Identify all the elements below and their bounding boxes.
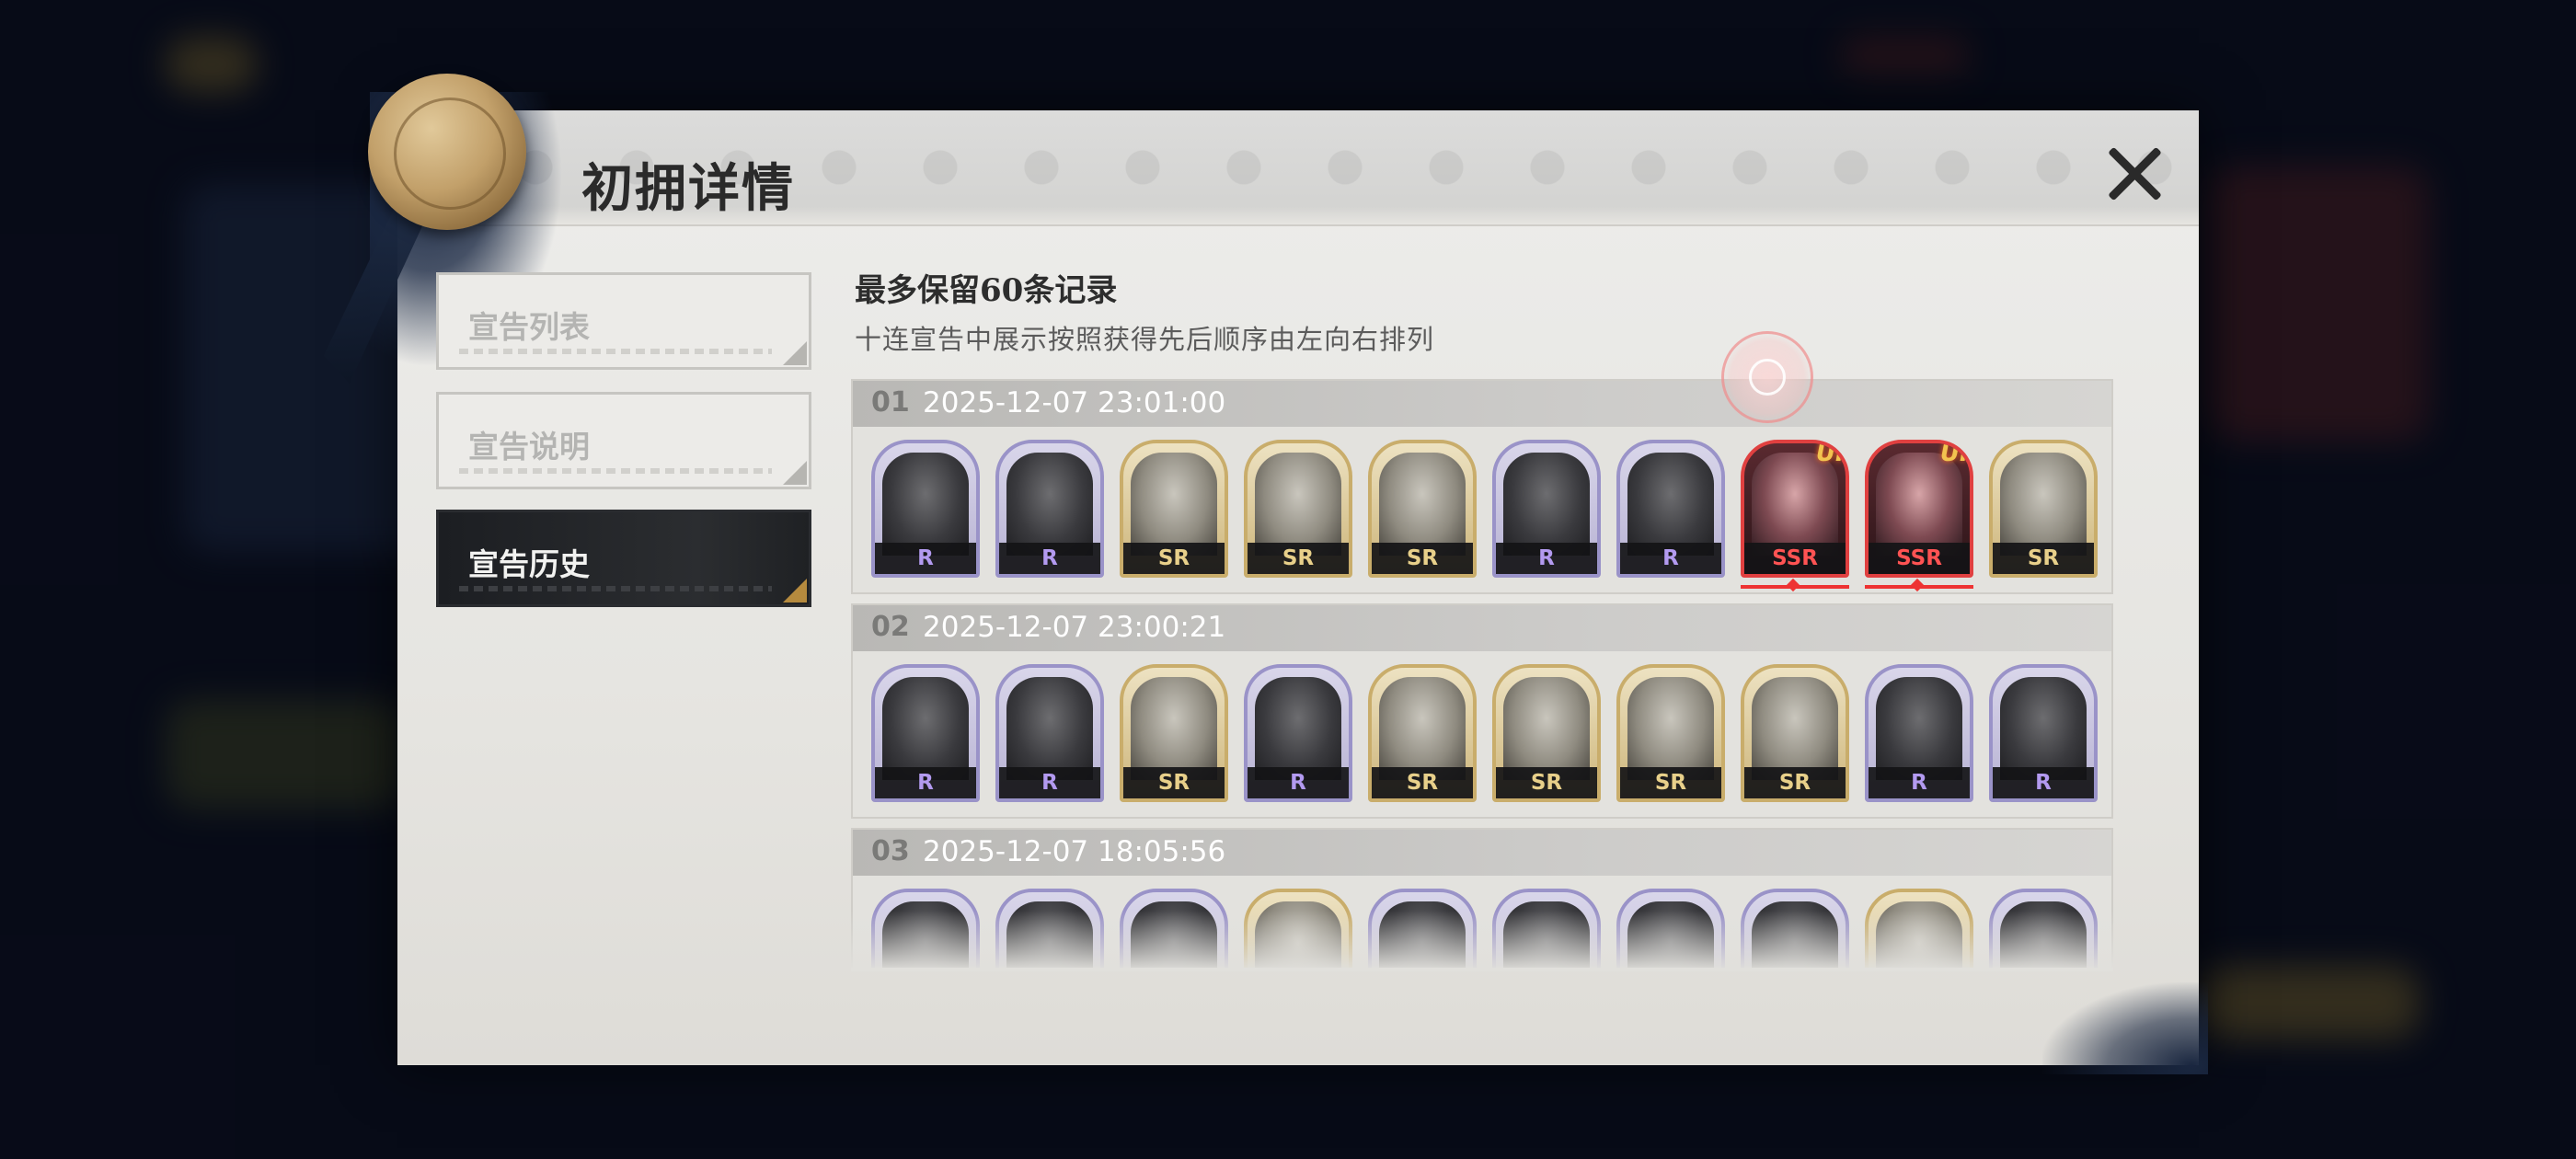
record-timestamp: 2025-12-07 18:05:56 bbox=[923, 835, 1226, 868]
character-card[interactable]: SR bbox=[1120, 664, 1228, 802]
record-header: 03 2025-12-07 18:05:56 bbox=[853, 830, 2111, 876]
ssr-highlight-bar bbox=[1865, 578, 1973, 592]
rarity-label: R bbox=[1869, 767, 1970, 798]
rarity-label: SR bbox=[1123, 543, 1225, 574]
character-card[interactable]: R bbox=[871, 440, 980, 578]
cursor-reticle-icon bbox=[1721, 331, 1813, 423]
history-records-list[interactable]: 01 2025-12-07 23:01:00 R R SR SR SR R R SSR UP SSR U… bbox=[851, 379, 2113, 968]
character-portrait bbox=[2000, 453, 2087, 556]
rarity-label: SR bbox=[1993, 543, 2094, 574]
rarity-label: R bbox=[875, 543, 976, 574]
rarity-label: R bbox=[1248, 767, 1349, 798]
history-record: 01 2025-12-07 23:01:00 R R SR SR SR R R SSR UP SSR U… bbox=[851, 379, 2113, 594]
rarity-label: SR bbox=[1123, 767, 1225, 798]
character-portrait bbox=[1627, 677, 1714, 780]
character-portrait bbox=[1379, 453, 1466, 556]
character-portrait bbox=[1752, 453, 1838, 556]
character-portrait bbox=[1627, 453, 1714, 556]
record-timestamp: 2025-12-07 23:01:00 bbox=[923, 386, 1226, 419]
record-header: 01 2025-12-07 23:01:00 bbox=[853, 381, 2111, 427]
record-timestamp: 2025-12-07 23:00:21 bbox=[923, 611, 1226, 644]
tab-label: 宣告说明 bbox=[468, 429, 590, 465]
character-card[interactable]: SR bbox=[1989, 440, 2098, 578]
character-card[interactable]: SSR UP bbox=[1741, 440, 1849, 578]
character-card[interactable]: SR bbox=[1244, 440, 1352, 578]
ink-decoration bbox=[2042, 982, 2208, 1074]
character-portrait bbox=[1131, 677, 1217, 780]
character-portrait bbox=[1876, 453, 1962, 556]
character-portrait bbox=[882, 677, 969, 780]
character-card[interactable]: SR bbox=[1616, 664, 1725, 802]
character-card[interactable]: SR bbox=[1741, 664, 1849, 802]
character-portrait bbox=[2000, 677, 2087, 780]
character-portrait bbox=[1006, 453, 1093, 556]
rarity-label: R bbox=[999, 767, 1100, 798]
character-card[interactable]: R bbox=[995, 440, 1104, 578]
character-card[interactable]: R bbox=[1492, 440, 1601, 578]
character-portrait bbox=[1255, 677, 1341, 780]
character-portrait bbox=[1131, 453, 1217, 556]
rarity-label: SR bbox=[1248, 543, 1349, 574]
character-card[interactable]: R bbox=[1244, 664, 1352, 802]
character-portrait bbox=[1379, 677, 1466, 780]
rarity-label: R bbox=[1993, 767, 2094, 798]
rarity-label: R bbox=[999, 543, 1100, 574]
rarity-label: SSR bbox=[1869, 543, 1970, 574]
character-portrait bbox=[1006, 677, 1093, 780]
tab-label: 宣告历史 bbox=[468, 546, 590, 582]
character-card[interactable]: R bbox=[1865, 664, 1973, 802]
history-record: 02 2025-12-07 23:00:21 R R SR R SR SR SR SR R R bbox=[851, 603, 2113, 819]
character-portrait bbox=[1752, 677, 1838, 780]
record-index: 03 bbox=[871, 835, 910, 867]
ssr-marker-icon bbox=[1786, 578, 1800, 592]
rarity-label: SR bbox=[1744, 767, 1846, 798]
rarity-label: SR bbox=[1620, 767, 1721, 798]
tab-label: 宣告列表 bbox=[468, 309, 590, 345]
rarity-label: R bbox=[1496, 543, 1597, 574]
character-card[interactable]: R bbox=[1616, 440, 1725, 578]
notice-description: 十连宣告中展示按照获得先后顺序由左向右排列 bbox=[855, 324, 1435, 355]
character-portrait bbox=[1255, 453, 1341, 556]
rarity-label: SR bbox=[1496, 767, 1597, 798]
record-index: 02 bbox=[871, 611, 910, 643]
tab-announcement-list[interactable]: 宣告列表 bbox=[436, 272, 811, 370]
rarity-label: SR bbox=[1372, 767, 1473, 798]
rarity-label: R bbox=[875, 767, 976, 798]
character-portrait bbox=[1503, 453, 1590, 556]
character-portrait bbox=[1876, 677, 1962, 780]
rarity-label: SR bbox=[1372, 543, 1473, 574]
record-index: 01 bbox=[871, 386, 910, 419]
character-card[interactable]: SR bbox=[1368, 664, 1477, 802]
character-card[interactable]: R bbox=[871, 664, 980, 802]
scroll-fade bbox=[851, 911, 2113, 971]
up-badge-icon: UP bbox=[1815, 440, 1849, 467]
rarity-label: SSR bbox=[1744, 543, 1846, 574]
ssr-highlight-bar bbox=[1741, 578, 1849, 592]
tab-announcement-info[interactable]: 宣告说明 bbox=[436, 392, 811, 489]
character-card[interactable]: R bbox=[1989, 664, 2098, 802]
rarity-label: R bbox=[1620, 543, 1721, 574]
up-badge-icon: UP bbox=[1939, 440, 1973, 467]
character-card[interactable]: SR bbox=[1492, 664, 1601, 802]
character-card[interactable]: SSR UP bbox=[1865, 440, 1973, 578]
character-portrait bbox=[882, 453, 969, 556]
tab-announcement-history[interactable]: 宣告历史 bbox=[436, 510, 811, 607]
close-icon[interactable] bbox=[2099, 138, 2169, 208]
character-card[interactable]: SR bbox=[1368, 440, 1477, 578]
wax-seal-icon bbox=[368, 74, 526, 230]
ssr-marker-icon bbox=[1910, 578, 1925, 592]
record-header: 02 2025-12-07 23:00:21 bbox=[853, 605, 2111, 651]
modal-title: 初拥详情 bbox=[581, 158, 795, 219]
character-card[interactable]: SR bbox=[1120, 440, 1228, 578]
character-portrait bbox=[1503, 677, 1590, 780]
character-card[interactable]: R bbox=[995, 664, 1104, 802]
notice-title: 最多保留60条记录 bbox=[855, 272, 1118, 309]
